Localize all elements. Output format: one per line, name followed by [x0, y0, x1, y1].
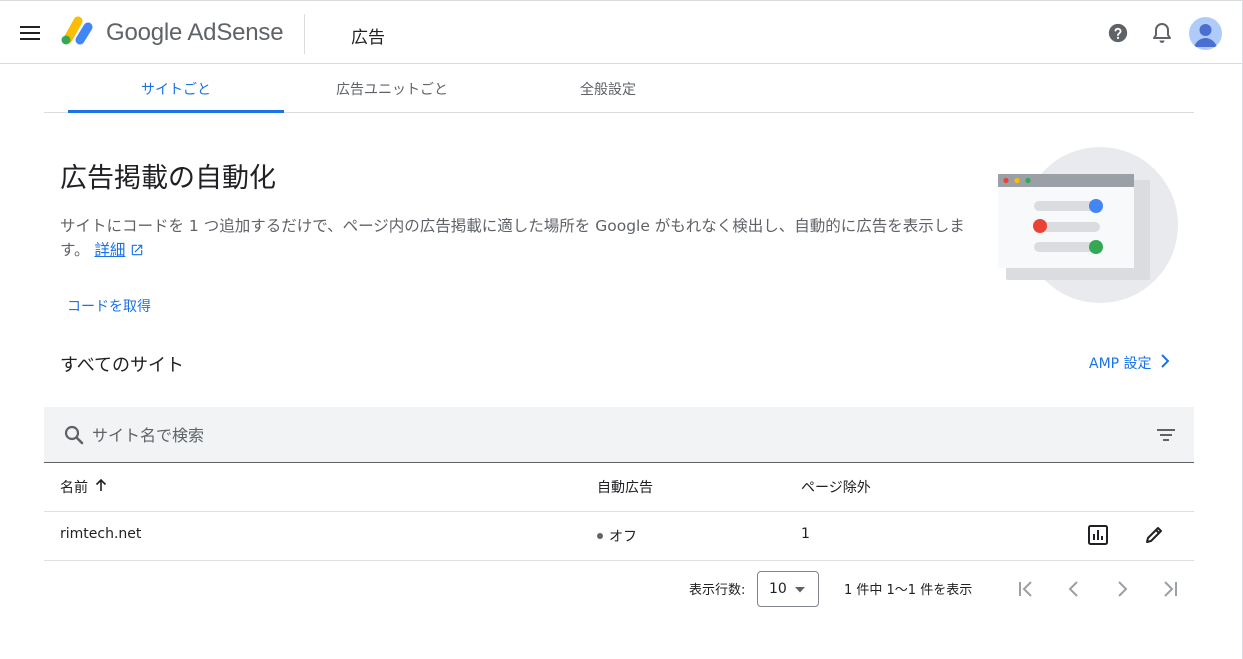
next-page-icon[interactable] — [1106, 573, 1138, 605]
learn-more-link[interactable]: 詳細 — [94, 241, 125, 259]
auto-ads-status-label: オフ — [609, 529, 637, 545]
brand-product: AdSense — [187, 19, 284, 46]
amp-settings-label: AMP 設定 — [1089, 356, 1152, 372]
brand-google: Google — [106, 19, 183, 46]
status-dot-icon — [597, 533, 603, 539]
pencil-icon[interactable] — [1138, 519, 1170, 551]
filter-icon[interactable] — [1154, 423, 1178, 447]
previous-page-icon[interactable] — [1058, 573, 1090, 605]
search-icon — [62, 423, 86, 447]
table-row-divider — [44, 560, 1194, 561]
rows-per-page-label: 表示行数: — [689, 583, 746, 598]
page-title: 広告 — [351, 28, 385, 48]
help-icon[interactable] — [1102, 17, 1134, 49]
amp-settings-link[interactable]: AMP 設定 — [1089, 353, 1170, 373]
rows-per-page-value: 10 — [769, 581, 787, 597]
brand-name: Google AdSense — [106, 19, 284, 47]
column-header-auto-ads[interactable]: 自動広告 — [597, 477, 653, 497]
site-name-cell[interactable]: rimtech.net — [60, 526, 141, 542]
header-divider — [304, 14, 305, 54]
page-exclusions-cell: 1 — [801, 526, 810, 542]
chevron-right-icon — [1160, 354, 1170, 372]
column-header-name-label: 名前 — [60, 480, 88, 496]
all-sites-title: すべてのサイト — [60, 355, 185, 376]
bar-chart-icon[interactable] — [1082, 519, 1114, 551]
hero-description: サイトにコードを 1 つ追加するだけで、ページ内の広告掲載に適した場所を Goo… — [60, 214, 980, 264]
last-page-icon[interactable] — [1154, 573, 1186, 605]
auto-ads-illustration — [996, 146, 1180, 306]
hero-title: 広告掲載の自動化 — [60, 163, 276, 194]
dropdown-arrow-icon — [794, 581, 805, 597]
get-code-button[interactable]: コードを取得 — [67, 296, 151, 316]
active-tab-indicator — [68, 110, 284, 113]
tab-by-site[interactable]: サイトごと — [68, 65, 284, 113]
site-search-bar — [44, 407, 1194, 463]
menu-icon[interactable] — [14, 17, 46, 49]
hero-description-text: サイトにコードを 1 つ追加するだけで、ページ内の広告掲載に適した場所を Goo… — [60, 217, 965, 259]
tab-global-settings[interactable]: 全般設定 — [500, 65, 716, 113]
pagination-range: 1 件中 1〜1 件を表示 — [844, 583, 973, 598]
arrow-upward-icon — [94, 478, 108, 496]
bell-icon[interactable] — [1146, 17, 1178, 49]
adsense-logo-icon[interactable] — [60, 15, 96, 47]
auto-ads-status-cell: オフ — [597, 526, 637, 546]
column-header-name[interactable]: 名前 — [60, 477, 108, 497]
app-header: Google AdSense 広告 — [0, 1, 1242, 64]
tab-by-ad-unit[interactable]: 広告ユニットごと — [284, 65, 500, 113]
learn-more-label: 詳細 — [94, 241, 126, 259]
rows-per-page-select[interactable]: 10 — [757, 571, 819, 607]
site-search-input[interactable] — [92, 421, 1092, 449]
avatar[interactable] — [1189, 17, 1222, 50]
open-in-new-icon — [130, 240, 144, 264]
column-header-page-exclusions[interactable]: ページ除外 — [801, 477, 871, 497]
first-page-icon[interactable] — [1010, 573, 1042, 605]
